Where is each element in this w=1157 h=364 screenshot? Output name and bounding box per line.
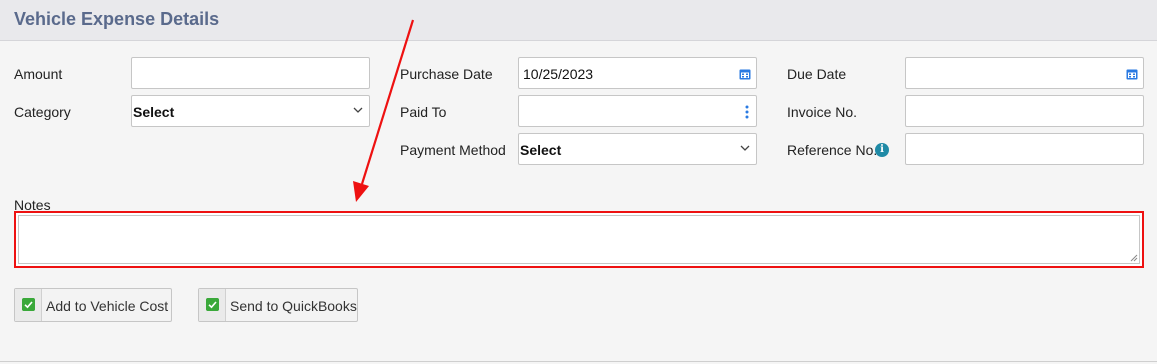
payment-method-label: Payment Method	[400, 142, 506, 158]
due-date-input[interactable]	[905, 57, 1144, 89]
send-to-quickbooks-label: Send to QuickBooks	[230, 298, 357, 314]
purchase-date-input[interactable]: 10/25/2023	[518, 57, 757, 89]
amount-label: Amount	[14, 66, 63, 82]
calendar-icon[interactable]	[739, 68, 751, 80]
payment-method-selected: Select	[520, 142, 562, 158]
checkbox-box[interactable]	[199, 289, 226, 321]
annotation-arrow	[353, 19, 415, 202]
notes-textarea[interactable]	[18, 215, 1140, 264]
check-icon	[22, 298, 35, 311]
payment-method-select[interactable]: Select	[518, 133, 757, 165]
divider	[0, 361, 1157, 362]
category-selected: Select	[133, 104, 175, 120]
purchase-date-value: 10/25/2023	[523, 66, 594, 82]
resize-grip-icon[interactable]	[1128, 252, 1138, 262]
check-icon	[206, 298, 219, 311]
purchase-date-label: Purchase Date	[400, 66, 493, 82]
add-to-vehicle-cost-checkbox[interactable]: Add to Vehicle Cost	[14, 288, 172, 322]
chevron-down-icon	[353, 107, 363, 113]
more-vertical-icon[interactable]	[745, 105, 749, 119]
category-select[interactable]: Select	[131, 95, 370, 127]
category-label: Category	[14, 104, 71, 120]
reference-no-input[interactable]	[905, 133, 1144, 165]
paid-to-label: Paid To	[400, 104, 447, 120]
chevron-down-icon	[740, 145, 750, 151]
add-to-vehicle-cost-label: Add to Vehicle Cost	[46, 298, 169, 314]
checkbox-box[interactable]	[15, 289, 42, 321]
reference-no-label: Reference No.	[787, 142, 878, 158]
calendar-icon[interactable]	[1126, 68, 1138, 80]
due-date-label: Due Date	[787, 66, 847, 82]
page-title: Vehicle Expense Details	[14, 9, 220, 29]
paid-to-input[interactable]	[518, 95, 757, 127]
send-to-quickbooks-checkbox[interactable]: Send to QuickBooks	[198, 288, 358, 322]
notes-highlight	[14, 211, 1144, 268]
section-header: Vehicle Expense Details	[0, 0, 1157, 41]
amount-input[interactable]	[131, 57, 370, 89]
invoice-no-input[interactable]	[905, 95, 1144, 127]
invoice-no-label: Invoice No.	[787, 104, 858, 120]
info-icon[interactable]: i	[875, 143, 889, 157]
